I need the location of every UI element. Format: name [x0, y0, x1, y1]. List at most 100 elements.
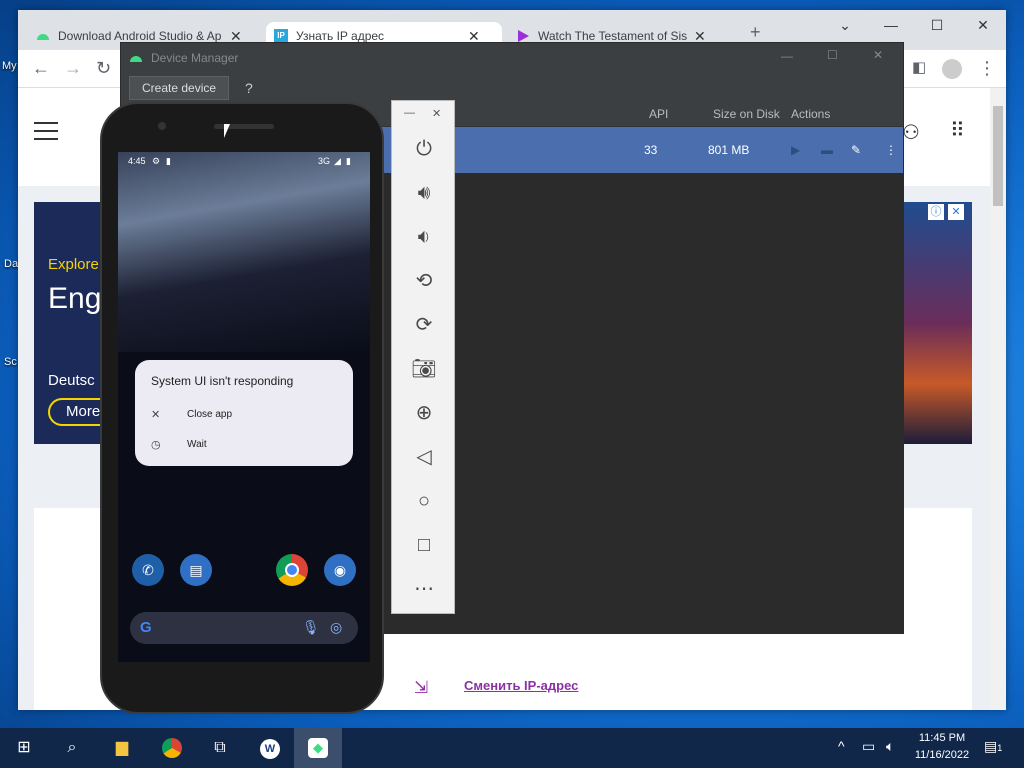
dialog-title: System UI isn't responding — [151, 374, 294, 388]
network-icon[interactable]: ▭ — [862, 738, 875, 755]
android-icon — [36, 29, 50, 43]
search-icon[interactable]: ⌕ — [48, 728, 96, 768]
volume-icon[interactable]: 🔈︎ — [886, 738, 894, 755]
tab-title: Узнать IP адрес — [296, 29, 385, 43]
clock-icon: ◷ — [151, 439, 161, 451]
close-app-option[interactable]: ✕ Close app — [151, 408, 232, 421]
phone-screen[interactable]: 4:45 ⚙ ▮ 3G ◢ ▮ System UI isn't respondi… — [118, 152, 370, 662]
column-actions: Actions — [791, 107, 831, 121]
page-scrollbar[interactable] — [990, 88, 1006, 710]
column-api[interactable]: API — [649, 107, 668, 121]
maximize-icon[interactable]: ☐ — [914, 10, 960, 40]
zoom-icon[interactable]: ⊕ — [408, 397, 440, 429]
messages-app-icon[interactable]: ▤ — [180, 554, 212, 586]
sdcard-icon: ▮ — [166, 156, 171, 166]
tray-chevron-icon[interactable]: ^ — [838, 738, 845, 754]
window-title: Device Manager — [151, 51, 239, 65]
notification-icon[interactable]: ▤1 — [984, 738, 1002, 755]
desktop-icon-label[interactable]: Sc — [4, 356, 17, 368]
clock-time[interactable]: 11:45 PM — [914, 732, 970, 744]
camera-icon[interactable]: 📷︎ — [408, 353, 440, 385]
power-icon[interactable]: ⏻ — [408, 133, 440, 165]
phone-frame: 4:45 ⚙ ▮ 3G ◢ ▮ System UI isn't respondi… — [100, 102, 384, 714]
reload-icon[interactable]: ↻ — [96, 58, 111, 79]
user-icon[interactable]: ⚇ — [902, 120, 920, 145]
maximize-icon[interactable]: ☐ — [827, 48, 838, 62]
file-explorer-icon[interactable]: ▆ — [98, 728, 146, 768]
minimize-icon[interactable]: — — [781, 49, 793, 63]
taskbar: ⊞ ⌕ ▆ ⧉ W ◆ ^ ▭ 🔈︎ 11:45 PM 11/16/2022 ▤… — [0, 728, 1024, 768]
back-icon[interactable]: ◁ — [408, 441, 440, 473]
change-ip-icon[interactable]: ⇲ — [414, 678, 428, 698]
android-studio-icon[interactable]: ◆ — [294, 728, 342, 768]
android-icon — [129, 51, 143, 66]
profile-icon[interactable] — [942, 59, 962, 79]
google-icon: G — [140, 619, 152, 636]
ad-text: Deutsc — [48, 372, 95, 389]
mouse-cursor — [224, 124, 230, 138]
wallpaper — [118, 152, 370, 352]
camera-app-icon[interactable]: ◉ — [324, 554, 356, 586]
ad-text: Eng — [48, 282, 102, 315]
more-icon[interactable]: ⋯ — [408, 573, 440, 605]
volume-up-icon[interactable]: 🔊︎ — [408, 177, 440, 209]
sidepanel-icon[interactable]: ◧ — [912, 58, 926, 76]
home-icon[interactable]: ○ — [408, 485, 440, 517]
ad-text: Explore — [48, 256, 99, 273]
device-manager-titlebar: Device Manager — ☐ ✕ — [121, 43, 903, 73]
status-bar: 4:45 ⚙ ▮ 3G ◢ ▮ — [118, 156, 370, 170]
desktop-icon-label[interactable]: Da — [4, 258, 18, 270]
back-icon[interactable]: ← — [32, 58, 50, 79]
tab-title: Watch The Testament of Sis — [538, 29, 688, 43]
volume-down-icon[interactable]: 🔉︎ — [408, 221, 440, 253]
clock-date[interactable]: 11/16/2022 — [908, 749, 976, 761]
rotate-right-icon[interactable]: ⟳ — [408, 309, 440, 341]
signal-icon: ◢ — [334, 156, 341, 166]
close-icon[interactable]: ✕ — [873, 48, 883, 62]
word-icon[interactable]: W — [246, 728, 294, 768]
change-ip-link[interactable]: Сменить IP-адрес — [464, 678, 578, 693]
rotate-left-icon[interactable]: ⟲ — [408, 265, 440, 297]
chrome-icon[interactable] — [148, 728, 196, 768]
close-icon[interactable]: ✕ — [960, 10, 1006, 40]
edit-icon[interactable]: ✎ — [851, 143, 861, 157]
create-device-button[interactable]: Create device — [129, 76, 230, 100]
hamburger-menu-icon[interactable] — [34, 122, 58, 140]
tab-title: Download Android Studio & Ap — [58, 29, 222, 43]
tab-search-icon[interactable]: ⌄ — [822, 10, 868, 40]
device-size: 801 MB — [708, 143, 750, 157]
column-size[interactable]: Size on Disk — [713, 107, 780, 121]
phone-app-icon[interactable]: ✆ — [132, 554, 164, 586]
mic-icon[interactable]: 🎙︎ — [302, 619, 320, 636]
anr-dialog: System UI isn't responding ✕ Close app ◷… — [135, 360, 353, 466]
google-search-bar[interactable]: G 🎙︎ ◎ — [130, 612, 358, 644]
more-icon[interactable]: ⋮ — [885, 143, 897, 157]
lens-icon[interactable]: ◎ — [330, 619, 342, 636]
play-icon[interactable]: ▶ — [791, 143, 800, 157]
device-manager-toolbar: Create device ? — [121, 73, 903, 103]
forward-icon[interactable]: → — [64, 58, 82, 79]
apps-grid-icon[interactable]: ⠿ — [950, 118, 965, 143]
new-tab-icon[interactable]: + — [750, 22, 761, 43]
ad-image[interactable]: ⓘ ✕ — [904, 202, 972, 444]
chrome-app-icon[interactable] — [276, 554, 308, 586]
help-icon[interactable]: ? — [245, 80, 253, 96]
network-type: 3G — [318, 156, 331, 166]
menu-icon[interactable]: ⋮ — [978, 58, 996, 79]
package-icon[interactable]: ⧉ — [196, 728, 244, 768]
minimize-icon[interactable]: — — [868, 10, 914, 40]
minimize-icon[interactable]: — — [404, 107, 415, 119]
adchoices-icon[interactable]: ⓘ — [928, 204, 944, 220]
close-icon[interactable]: ✕ — [948, 204, 964, 220]
close-icon[interactable]: ✕ — [432, 107, 441, 120]
battery-icon: ▮ — [346, 156, 351, 166]
wait-option[interactable]: ◷ Wait — [151, 438, 207, 451]
desktop-icon-label[interactable]: My — [2, 60, 17, 72]
start-windows-icon[interactable]: ⊞ — [0, 728, 48, 768]
emulator-toolbar: — ✕ ⏻ 🔊︎ 🔉︎ ⟲ ⟳ 📷︎ ⊕ ◁ ○ □ ⋯ — [391, 100, 455, 614]
overview-icon[interactable]: □ — [408, 529, 440, 561]
window-controls: ⌄ — ☐ ✕ — [822, 10, 1006, 40]
notification-count: 1 — [997, 743, 1003, 753]
folder-icon[interactable]: ▬ — [821, 143, 833, 157]
settings-icon: ⚙ — [152, 156, 161, 166]
